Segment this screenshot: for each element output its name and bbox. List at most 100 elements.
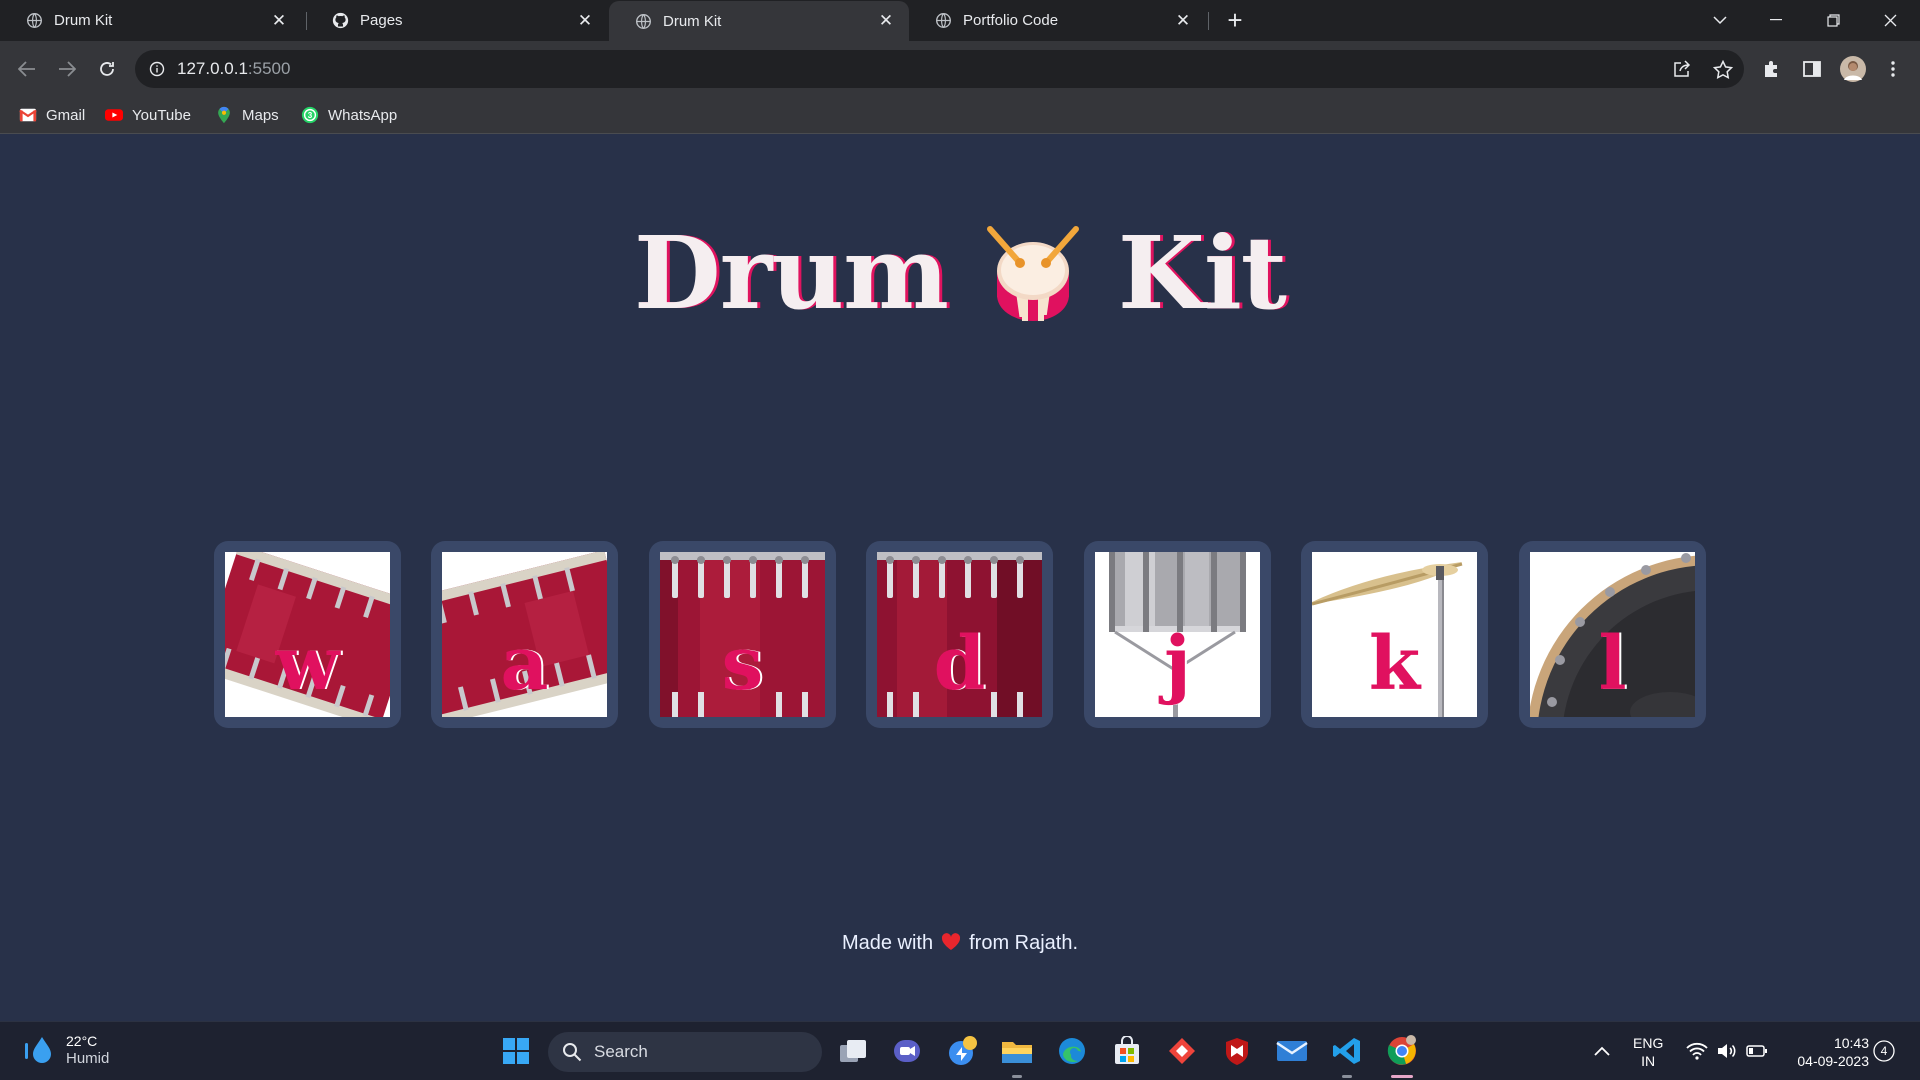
tab-pages[interactable]: Pages ✕ (306, 0, 608, 41)
drum-image-tom-1: w (225, 552, 390, 717)
bookmark-gmail[interactable]: Gmail (19, 104, 85, 126)
teams-chat-icon[interactable] (891, 1035, 923, 1067)
browser-toolbar: 127.0.0.1:5500 (0, 41, 1920, 97)
page-content: Drum Kit w a s d j k l Made with from Ra… (0, 134, 1920, 1021)
tray-overflow-chevron-icon[interactable] (1586, 1035, 1618, 1067)
taskbar-search-box[interactable]: Search (548, 1032, 822, 1072)
drum-image-tom-4: d (877, 552, 1042, 717)
drum-key-letter: k (1368, 621, 1421, 707)
drum-key-letter: s (721, 621, 764, 707)
forward-button[interactable] (51, 53, 83, 85)
tab-divider (1208, 12, 1209, 30)
clock-date: 04-09-2023 (1797, 1053, 1869, 1069)
drum-image-tom-3: s (660, 552, 825, 717)
back-button[interactable] (11, 53, 43, 85)
info-icon[interactable] (149, 61, 165, 77)
battery-icon[interactable] (1741, 1035, 1773, 1067)
drum-key-letter: l (1598, 621, 1627, 707)
url-host: 127.0.0.1 (177, 59, 248, 78)
mail-icon[interactable] (1276, 1035, 1308, 1067)
tab-title: Portfolio Code (963, 12, 1059, 29)
notification-count: 4 (1880, 1044, 1888, 1058)
svg-text:3: 3 (308, 111, 313, 120)
volume-icon[interactable] (1711, 1035, 1743, 1067)
drum-button-a[interactable]: a (431, 541, 618, 728)
vscode-icon[interactable] (1331, 1035, 1363, 1067)
chrome-icon[interactable] (1386, 1035, 1418, 1067)
drum-set: w a s d j k l (214, 541, 1706, 728)
edge-browser-icon[interactable] (1056, 1035, 1088, 1067)
drum-button-w[interactable]: w (214, 541, 401, 728)
close-window-button[interactable] (1870, 6, 1910, 34)
clock[interactable]: 10:43 04-09-2023 (1783, 1034, 1869, 1070)
language-indicator[interactable]: ENG IN (1633, 1034, 1663, 1070)
bookmark-label: YouTube (132, 106, 191, 124)
raindrop-icon (25, 1037, 51, 1063)
restore-button[interactable] (1813, 6, 1853, 34)
notification-badge[interactable]: 4 (1872, 1039, 1896, 1063)
new-tab-button[interactable]: + (1222, 7, 1248, 34)
bookmark-label: WhatsApp (328, 106, 398, 124)
maps-icon (218, 106, 230, 124)
tab-title: Drum Kit (54, 12, 113, 29)
url-port: :5500 (247, 59, 291, 78)
youtube-icon (105, 109, 123, 121)
page-title: Drum Kit (0, 214, 1920, 332)
windows-taskbar: 22°C Humid Search ENG IN 10:43 04-09-202… (0, 1021, 1920, 1080)
title-word-drum: Drum (633, 214, 949, 332)
close-icon[interactable]: ✕ (1174, 11, 1192, 30)
menu-kebab-icon[interactable] (1877, 53, 1909, 85)
drum-button-l[interactable]: l (1519, 541, 1706, 728)
share-icon[interactable] (1666, 53, 1698, 85)
close-icon[interactable]: ✕ (877, 12, 895, 30)
close-icon[interactable]: ✕ (270, 11, 288, 30)
bookmark-maps[interactable]: Maps (215, 104, 279, 126)
drum-image-snare: j (1095, 552, 1260, 717)
file-explorer-icon[interactable] (1001, 1035, 1033, 1067)
tab-drum-kit-active[interactable]: Drum Kit ✕ (609, 1, 909, 41)
bookmark-star-icon[interactable] (1707, 53, 1739, 85)
weather-temperature: 22°C (66, 1033, 98, 1049)
bookmark-youtube[interactable]: YouTube (105, 104, 191, 126)
drum-button-k[interactable]: k (1301, 541, 1488, 728)
tab-title: Pages (360, 12, 403, 29)
side-panel-icon[interactable] (1796, 53, 1828, 85)
reload-button[interactable] (91, 53, 123, 85)
tab-title: Drum Kit (663, 12, 722, 30)
wifi-icon[interactable] (1681, 1035, 1713, 1067)
mcafee-icon[interactable] (1221, 1035, 1253, 1067)
address-bar[interactable]: 127.0.0.1:5500 (135, 50, 1744, 88)
minimize-button[interactable] (1756, 6, 1796, 34)
tab-drum-kit-1[interactable]: Drum Kit ✕ (0, 0, 302, 41)
anydesk-icon[interactable] (1166, 1035, 1198, 1067)
profile-avatar[interactable] (1837, 53, 1869, 85)
language-line-1: ENG (1633, 1035, 1664, 1051)
drum-button-d[interactable]: d (866, 541, 1053, 728)
close-icon[interactable]: ✕ (576, 11, 594, 30)
active-app-indicator (1391, 1075, 1413, 1078)
task-view-icon[interactable] (837, 1035, 869, 1067)
drum-key-letter: d (933, 621, 986, 707)
extensions-icon[interactable] (1756, 53, 1788, 85)
weather-widget[interactable]: 22°C Humid (22, 1032, 109, 1068)
bookmark-whatsapp[interactable]: 3 WhatsApp (301, 104, 397, 126)
language-line-2: IN (1641, 1053, 1656, 1069)
drum-key-letter: w (275, 621, 340, 707)
drum-key-letter: a (500, 621, 549, 707)
drum-button-j[interactable]: j (1084, 541, 1271, 728)
drum-button-s[interactable]: s (649, 541, 836, 728)
search-placeholder: Search (594, 1042, 648, 1061)
globe-icon (27, 13, 42, 28)
microsoft-store-icon[interactable] (1111, 1035, 1143, 1067)
running-indicator (1012, 1075, 1022, 1078)
heart-icon (942, 933, 961, 950)
drum-key-letter: j (1164, 621, 1191, 707)
tab-portfolio-code[interactable]: Portfolio Code ✕ (909, 0, 1206, 41)
running-indicator (1342, 1075, 1352, 1078)
tab-search-chevron-icon[interactable] (1700, 6, 1740, 34)
copilot-weather-icon[interactable] (946, 1035, 978, 1067)
globe-icon (936, 13, 951, 28)
search-icon (563, 1043, 582, 1062)
windows-start-icon[interactable] (500, 1035, 532, 1067)
gmail-icon (19, 108, 37, 122)
